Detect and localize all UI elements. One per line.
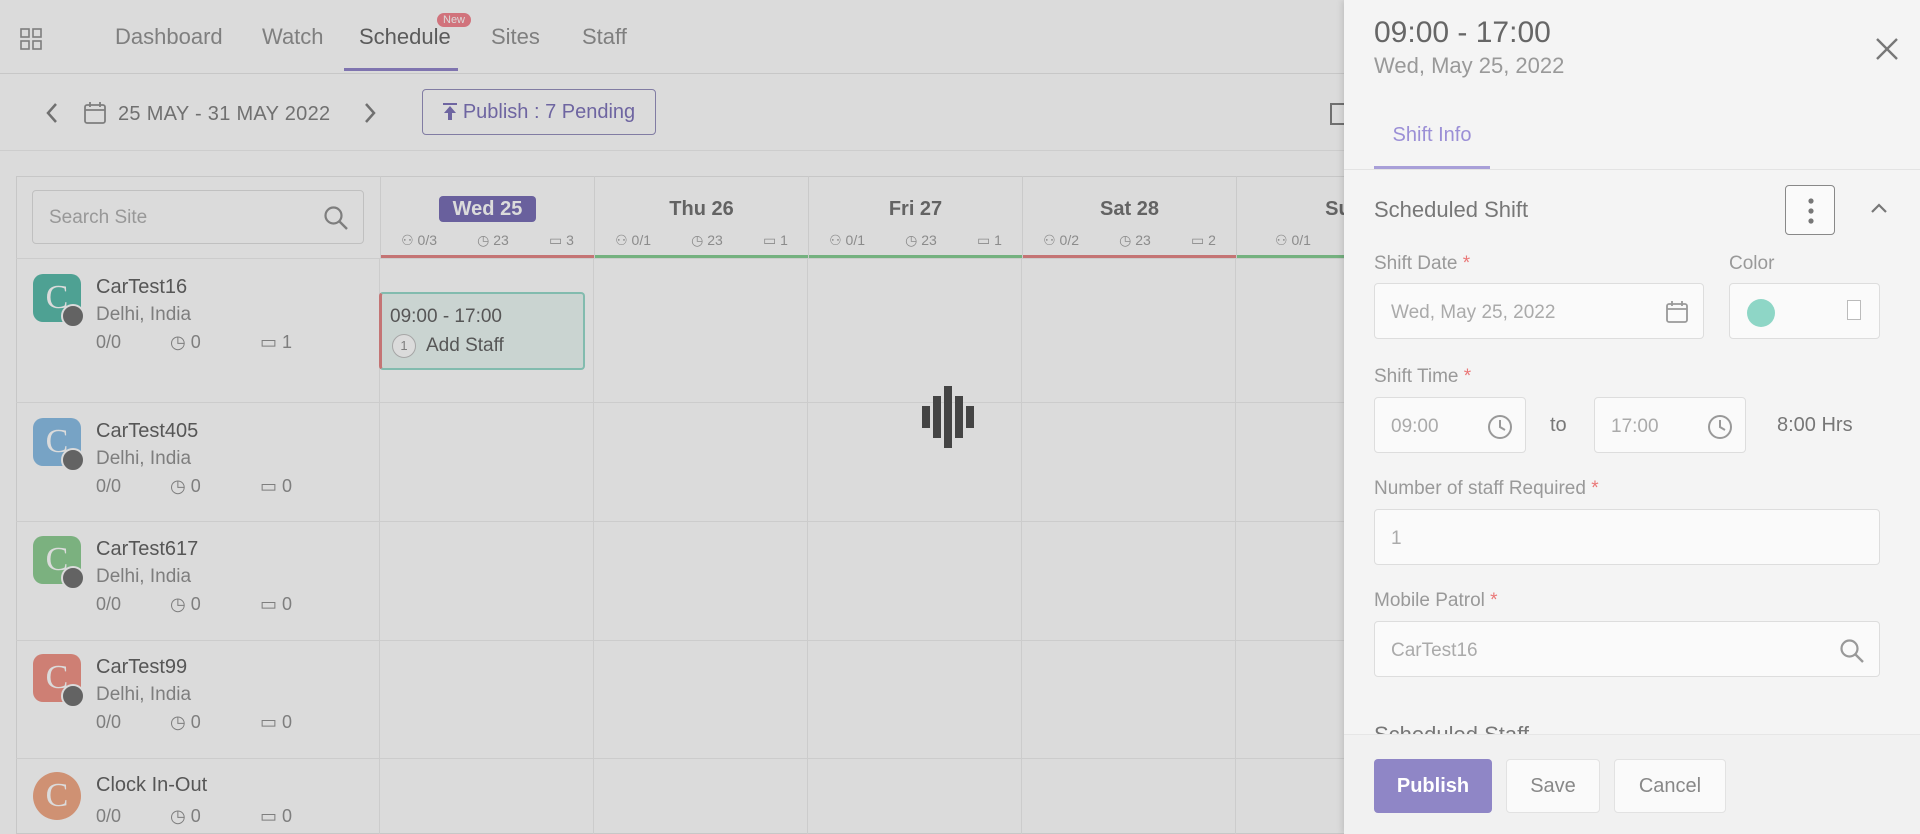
shift-date-label-text: Shift Date xyxy=(1374,253,1458,274)
start-time-value: 09:00 xyxy=(1391,416,1439,437)
scheduled-staff-section-title: Scheduled Staff xyxy=(1374,722,1874,734)
required-mark: * xyxy=(1591,478,1599,499)
end-time-value: 17:00 xyxy=(1611,416,1659,437)
cancel-button[interactable]: Cancel xyxy=(1614,759,1726,813)
close-icon[interactable] xyxy=(1874,36,1900,62)
mobile-patrol-input[interactable]: CarTest16 xyxy=(1374,621,1880,677)
staff-required-label-text: Number of staff Required xyxy=(1374,478,1586,499)
end-time-field[interactable]: 17:00 xyxy=(1594,397,1746,453)
more-options-button[interactable] xyxy=(1785,185,1835,235)
mobile-patrol-label-text: Mobile Patrol xyxy=(1374,590,1485,611)
panel-title: 09:00 - 17:00 xyxy=(1374,16,1551,49)
required-mark: * xyxy=(1462,253,1471,274)
color-dropdown-icon xyxy=(1847,300,1861,320)
shift-date-label: Shift Date * xyxy=(1374,253,1470,275)
shift-time-label: Shift Time * xyxy=(1374,366,1471,388)
color-swatch xyxy=(1747,299,1775,327)
shift-time-label-text: Shift Time xyxy=(1374,366,1459,387)
color-label: Color xyxy=(1729,253,1775,274)
mobile-patrol-label: Mobile Patrol * xyxy=(1374,590,1498,612)
tab-shift-info[interactable]: Shift Info xyxy=(1374,101,1490,169)
shift-details-panel: 09:00 - 17:00 Wed, May 25, 2022 Shift In… xyxy=(1344,0,1920,834)
staff-required-label: Number of staff Required * xyxy=(1374,478,1599,500)
publish-button[interactable]: Publish xyxy=(1374,759,1492,813)
clock-icon[interactable] xyxy=(1707,414,1733,440)
shift-date-field[interactable]: Wed, May 25, 2022 xyxy=(1374,283,1704,339)
shift-date-value: Wed, May 25, 2022 xyxy=(1391,302,1556,323)
save-button[interactable]: Save xyxy=(1506,759,1600,813)
required-mark: * xyxy=(1490,590,1498,611)
search-icon[interactable] xyxy=(1839,638,1865,664)
clock-icon[interactable] xyxy=(1487,414,1513,440)
staff-required-input[interactable]: 1 xyxy=(1374,509,1880,565)
color-picker[interactable] xyxy=(1729,283,1880,339)
panel-subtitle: Wed, May 25, 2022 xyxy=(1374,53,1565,78)
chevron-up-icon[interactable] xyxy=(1868,198,1890,220)
modal-overlay[interactable] xyxy=(0,0,1344,834)
section-title: Scheduled Shift xyxy=(1374,197,1529,222)
panel-footer: Publish Save Cancel xyxy=(1344,734,1920,834)
scheduled-staff-title: Scheduled Staff xyxy=(1374,722,1529,734)
staff-required-value: 1 xyxy=(1391,528,1402,549)
calendar-icon[interactable] xyxy=(1665,300,1689,324)
start-time-field[interactable]: 09:00 xyxy=(1374,397,1526,453)
mobile-patrol-value: CarTest16 xyxy=(1391,640,1478,661)
required-mark: * xyxy=(1463,366,1472,387)
panel-tabs: Shift Info xyxy=(1344,101,1920,170)
kebab-icon xyxy=(1808,198,1814,224)
loading-spinner-icon xyxy=(922,386,974,448)
duration-label: 8:00 Hrs xyxy=(1777,414,1853,436)
to-label: to xyxy=(1550,414,1567,436)
